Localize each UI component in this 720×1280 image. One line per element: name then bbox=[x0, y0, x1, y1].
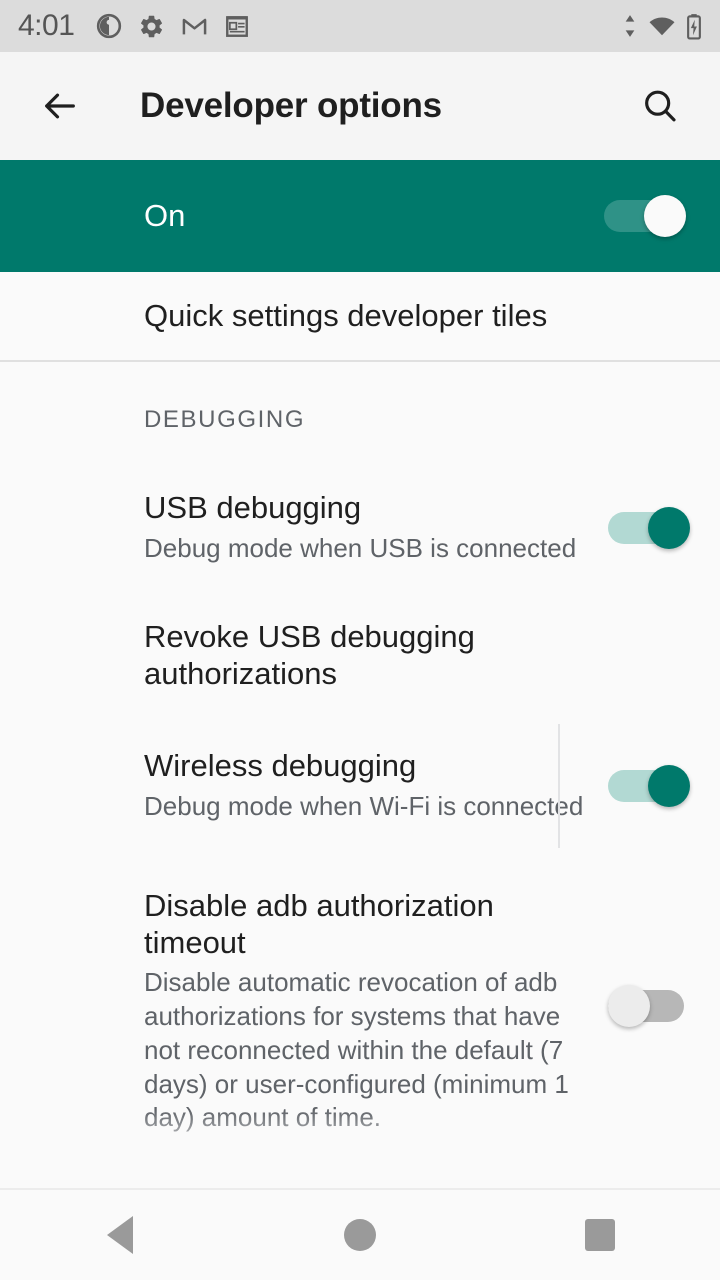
contrast-icon bbox=[96, 13, 122, 39]
system-navigation-bar bbox=[0, 1188, 720, 1280]
nav-home-button[interactable] bbox=[300, 1189, 420, 1280]
page-title: Developer options bbox=[140, 86, 634, 126]
switch-thumb bbox=[608, 985, 650, 1027]
switch-thumb bbox=[648, 507, 690, 549]
row-subtitle: Debug mode when USB is connected bbox=[144, 532, 590, 566]
adb-timeout-toggle[interactable] bbox=[608, 982, 692, 1030]
row-revoke-usb-debugging-authorizations[interactable]: Revoke USB debugging authorizations bbox=[0, 602, 720, 710]
home-circle-icon bbox=[344, 1219, 376, 1251]
back-triangle-icon bbox=[107, 1216, 133, 1254]
row-disable-adb-authorization-timeout[interactable]: Disable adb authorization timeout Disabl… bbox=[0, 862, 720, 1162]
row-title: Revoke USB debugging authorizations bbox=[144, 619, 674, 692]
gear-icon bbox=[138, 13, 165, 40]
row-vertical-divider bbox=[558, 724, 560, 848]
row-usb-debugging[interactable]: USB debugging Debug mode when USB is con… bbox=[0, 454, 720, 602]
wifi-icon: 4 bbox=[647, 13, 677, 39]
row-texts: Disable adb authorization timeout Disabl… bbox=[144, 888, 608, 1135]
usb-debugging-toggle[interactable] bbox=[608, 504, 692, 552]
gmail-icon bbox=[181, 13, 208, 40]
status-bar: 4:01 bbox=[0, 0, 720, 52]
status-bar-clock: 4:01 bbox=[18, 11, 74, 41]
search-button[interactable] bbox=[634, 80, 686, 132]
row-texts: Revoke USB debugging authorizations bbox=[144, 619, 692, 692]
status-bar-left: 4:01 bbox=[18, 11, 622, 41]
master-switch-toggle[interactable] bbox=[604, 192, 688, 240]
svg-text:4: 4 bbox=[669, 26, 675, 37]
master-switch-label: On bbox=[144, 198, 604, 234]
row-wireless-debugging[interactable]: Wireless debugging Debug mode when Wi-Fi… bbox=[0, 710, 720, 862]
battery-charging-icon bbox=[686, 13, 702, 40]
switch-thumb bbox=[648, 765, 690, 807]
row-texts: Wireless debugging Debug mode when Wi-Fi… bbox=[144, 748, 608, 823]
switch-thumb bbox=[644, 195, 686, 237]
row-title: Quick settings developer tiles bbox=[144, 298, 674, 335]
back-arrow-icon bbox=[40, 86, 80, 126]
row-title: Disable adb authorization timeout bbox=[144, 888, 590, 961]
developer-options-master-switch-row[interactable]: On bbox=[0, 160, 720, 272]
wireless-debugging-toggle[interactable] bbox=[608, 762, 692, 810]
developer-options-screen: 4:01 bbox=[0, 0, 720, 1280]
settings-list: Quick settings developer tiles DEBUGGING… bbox=[0, 272, 720, 1280]
status-bar-right: 4 bbox=[622, 13, 702, 40]
back-button[interactable] bbox=[34, 80, 86, 132]
nav-back-button[interactable] bbox=[60, 1189, 180, 1280]
row-title: USB debugging bbox=[144, 490, 590, 527]
row-texts: Quick settings developer tiles bbox=[144, 298, 692, 335]
recents-square-icon bbox=[585, 1219, 615, 1251]
app-bar: Developer options bbox=[0, 52, 720, 160]
row-title: Wireless debugging bbox=[144, 748, 590, 785]
nav-recents-button[interactable] bbox=[540, 1189, 660, 1280]
search-icon bbox=[640, 86, 680, 126]
mobile-data-arrows-icon bbox=[622, 13, 638, 39]
row-quick-settings-developer-tiles[interactable]: Quick settings developer tiles bbox=[0, 272, 720, 360]
notes-icon bbox=[224, 13, 250, 39]
row-texts: USB debugging Debug mode when USB is con… bbox=[144, 490, 608, 565]
row-subtitle: Debug mode when Wi-Fi is connected bbox=[144, 790, 590, 824]
row-subtitle: Disable automatic revocation of adb auth… bbox=[144, 966, 590, 1135]
section-header-debugging: DEBUGGING bbox=[0, 362, 720, 454]
